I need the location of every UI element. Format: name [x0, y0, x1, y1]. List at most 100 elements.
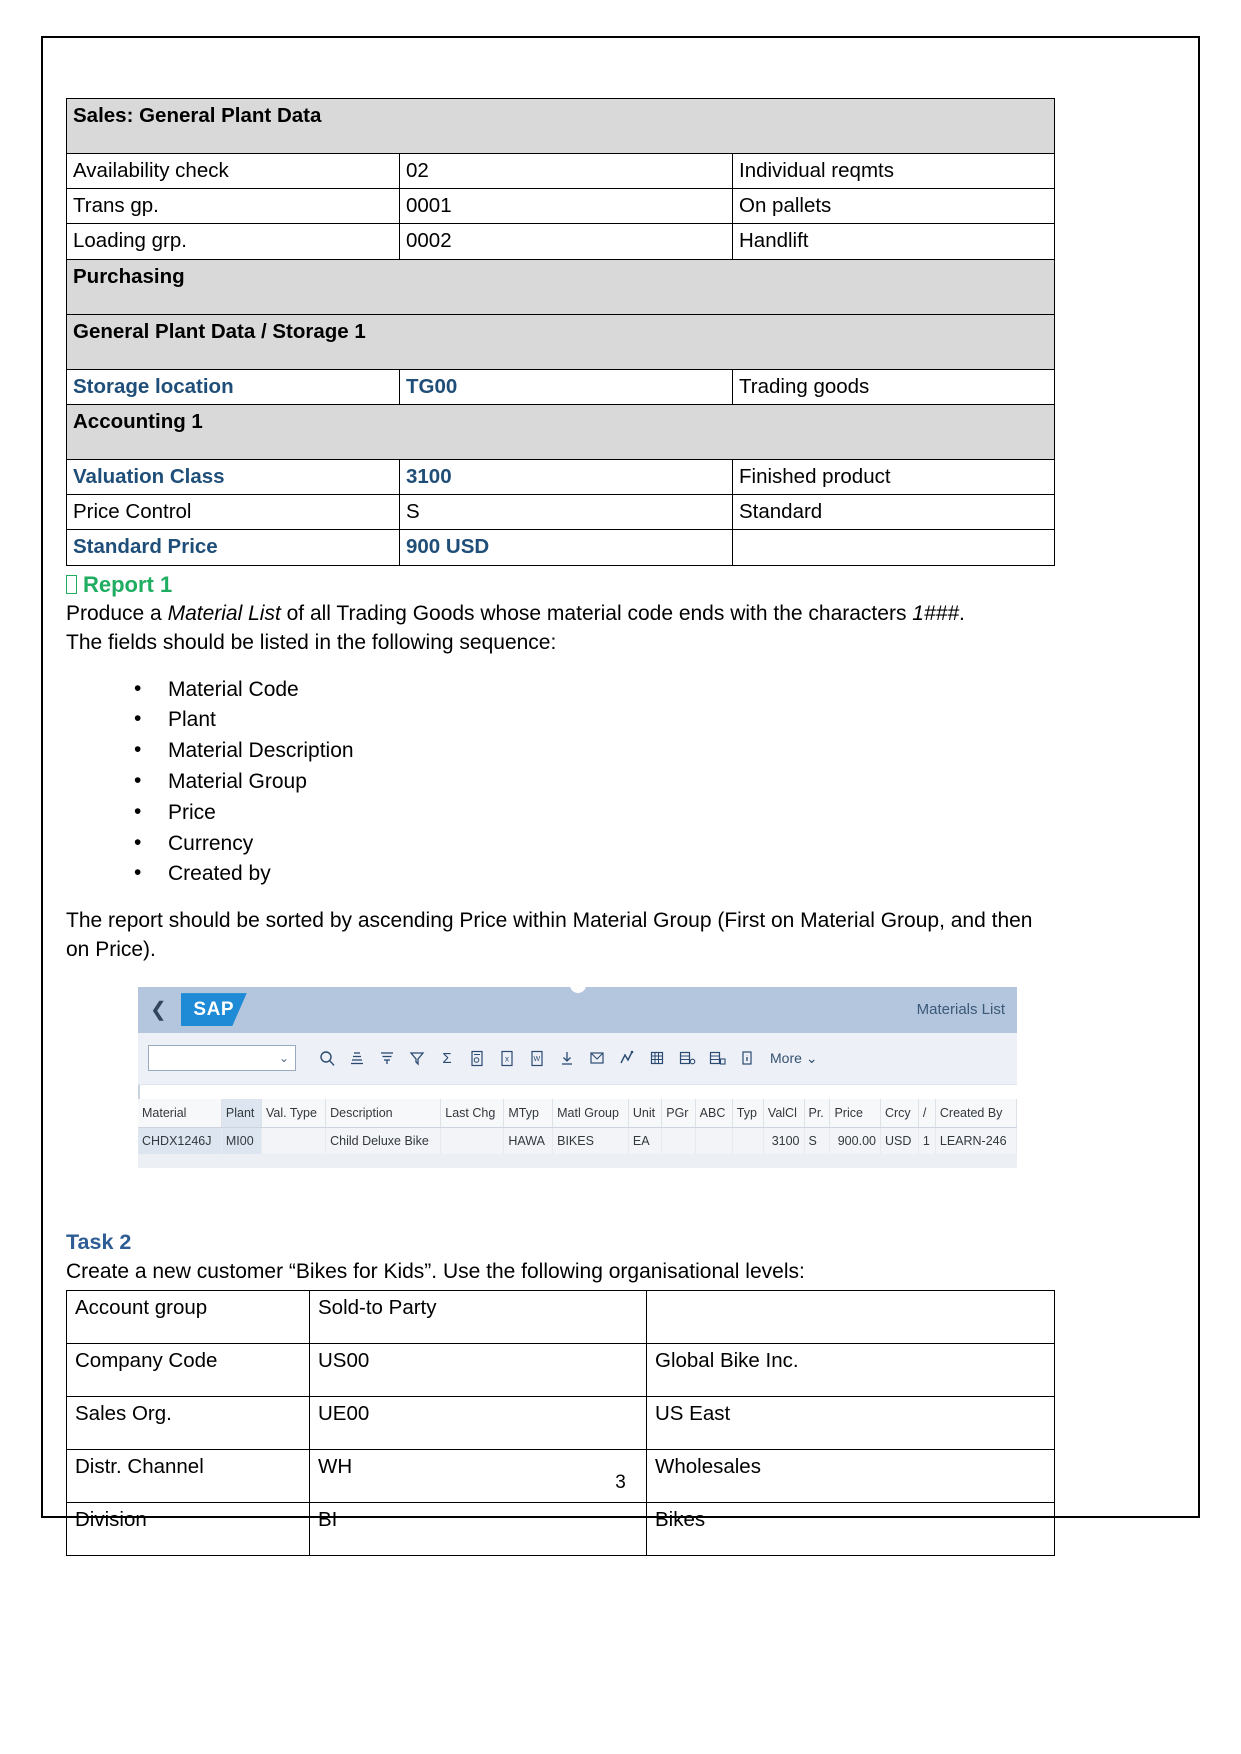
svg-text:W: W [534, 1056, 541, 1063]
info-icon[interactable] [732, 1044, 762, 1072]
list-item: Plant [134, 705, 1054, 735]
download-icon[interactable] [552, 1044, 582, 1072]
column-header-description[interactable]: Description [325, 1098, 442, 1128]
field-label: Division [66, 1502, 310, 1557]
field-value: Sold-to Party [309, 1290, 647, 1345]
section-label: Accounting 1 [65, 403, 1056, 460]
table-section-row: Purchasing [65, 258, 1056, 315]
field-value: 0002 [399, 223, 733, 260]
layout-variant-select[interactable]: ⌄ [148, 1045, 296, 1072]
field-desc: Trading goods [731, 368, 1056, 405]
table-row: Storage location TG00 Trading goods [66, 368, 1056, 405]
column-header-unit[interactable]: Unit [628, 1098, 663, 1128]
table-row[interactable]: CHDX1246J MI00 Child Deluxe Bike HAWA BI… [138, 1127, 1017, 1154]
cell-created-by: LEARN-246 [935, 1127, 1017, 1154]
field-value: UE00 [309, 1396, 647, 1451]
column-header-mtyp[interactable]: MTyp [503, 1098, 554, 1128]
graphic-icon[interactable] [612, 1044, 642, 1072]
column-header-abc[interactable]: ABC [695, 1098, 733, 1128]
table-section-row: General Plant Data / Storage 1 [65, 313, 1056, 370]
field-label: Account group [66, 1290, 310, 1345]
list-item: Price [134, 798, 1054, 828]
intro-text-3: . [959, 602, 965, 626]
section-label: General Plant Data / Storage 1 [65, 313, 1056, 370]
print-preview-icon[interactable] [462, 1044, 492, 1072]
more-label: More [770, 1050, 802, 1067]
sort-icon[interactable] [342, 1044, 372, 1072]
column-header-val-type[interactable]: Val. Type [261, 1098, 327, 1128]
column-header-last-chg[interactable]: Last Chg [440, 1098, 505, 1128]
column-header-valcl[interactable]: ValCl [763, 1098, 805, 1128]
materials-list-grid: Material Plant Val. Type Description Las… [138, 1098, 1017, 1154]
column-header-material[interactable]: Material [138, 1098, 222, 1128]
column-header-typ[interactable]: Typ [732, 1098, 764, 1128]
document-page: Sales: General Plant Data Availability c… [0, 0, 1241, 1754]
field-value: BI [309, 1502, 647, 1557]
intro-text-1: Produce a [66, 602, 168, 626]
layout-change-icon[interactable] [672, 1044, 702, 1072]
sap-scroll-strip[interactable] [138, 1084, 1017, 1099]
list-item: Material Description [134, 736, 1054, 766]
chevron-left-icon[interactable]: ❮ [150, 1000, 167, 1020]
grid-body: CHDX1246J MI00 Child Deluxe Bike HAWA BI… [138, 1127, 1017, 1154]
table-section-row: Accounting 1 [65, 403, 1056, 460]
column-header-pgr[interactable]: PGr [661, 1098, 696, 1128]
column-header-created-by[interactable]: Created By [935, 1098, 1017, 1128]
more-button[interactable]: More ⌄ [770, 1050, 818, 1067]
missing-glyph-icon [66, 574, 77, 594]
field-desc: Standard [731, 494, 1056, 531]
field-label: Trans gp. [66, 188, 400, 225]
list-item: Currency [134, 829, 1054, 859]
task2-org-levels-table: Account group Sold-to Party Company Code… [66, 1290, 1055, 1557]
layout-icon[interactable] [642, 1044, 672, 1072]
cell-slash: 1 [918, 1127, 936, 1154]
shell-nub [569, 986, 586, 993]
filter-settings-icon[interactable] [372, 1044, 402, 1072]
cell-pgr [661, 1127, 696, 1154]
cell-pr: S [804, 1127, 831, 1154]
field-label: Valuation Class [66, 458, 400, 496]
column-header-plant[interactable]: Plant [221, 1098, 262, 1128]
column-header-pr[interactable]: Pr. [804, 1098, 831, 1128]
export-word-icon[interactable]: W [522, 1044, 552, 1072]
field-desc: Global Bike Inc. [646, 1343, 1055, 1398]
field-value: 02 [399, 152, 733, 190]
field-desc: Handlift [731, 223, 1056, 260]
table-row: Availability check 02 Individual reqmts [66, 152, 1056, 190]
table-row: Trans gp. 0001 On pallets [66, 188, 1056, 225]
cell-mtyp: HAWA [503, 1127, 554, 1154]
column-header-price[interactable]: Price [829, 1098, 881, 1128]
report-heading: Report 1 [66, 571, 1054, 599]
field-label: Loading grp. [66, 223, 400, 260]
cell-last-chg [440, 1127, 505, 1154]
field-value: 0001 [399, 188, 733, 225]
layout-manage-icon[interactable] [702, 1044, 732, 1072]
column-header-matl-group[interactable]: Matl Group [552, 1098, 629, 1128]
intro-italic-code-suffix: 1### [912, 602, 959, 626]
report-intro-paragraph: Produce a Material List of all Trading G… [66, 600, 1054, 658]
column-header-crcy[interactable]: Crcy [880, 1098, 919, 1128]
cell-val-type [261, 1127, 327, 1154]
cell-material: CHDX1246J [138, 1127, 222, 1154]
report-field-list: Material Code Plant Material Description… [66, 675, 1054, 889]
material-master-body: Sales: General Plant Data Availability c… [65, 98, 1056, 566]
field-label: Company Code [66, 1343, 310, 1398]
cell-description: Child Deluxe Bike [325, 1127, 442, 1154]
svg-text:x: x [505, 1054, 509, 1063]
intro-line-2: The fields should be listed in the follo… [66, 630, 557, 654]
mail-icon[interactable] [582, 1044, 612, 1072]
section-label: Purchasing [65, 258, 1056, 315]
sum-icon[interactable]: Σ [432, 1044, 462, 1072]
column-header-slash[interactable]: / [918, 1098, 936, 1128]
field-desc: Individual reqmts [731, 152, 1056, 190]
table-row: Price Control S Standard [66, 494, 1056, 531]
table-row: Company Code US00 Global Bike Inc. [66, 1343, 1055, 1398]
field-label: Availability check [66, 152, 400, 190]
sap-materials-list-screenshot: ❮ SAP Materials List ⌄ Σ x W More ⌄ Mate… [138, 986, 1017, 1168]
export-excel-icon[interactable]: x [492, 1044, 522, 1072]
search-icon[interactable] [312, 1044, 342, 1072]
cell-plant: MI00 [221, 1127, 262, 1154]
grid-header: Material Plant Val. Type Description Las… [138, 1098, 1017, 1128]
filter-icon[interactable] [402, 1044, 432, 1072]
cell-valcl: 3100 [763, 1127, 805, 1154]
